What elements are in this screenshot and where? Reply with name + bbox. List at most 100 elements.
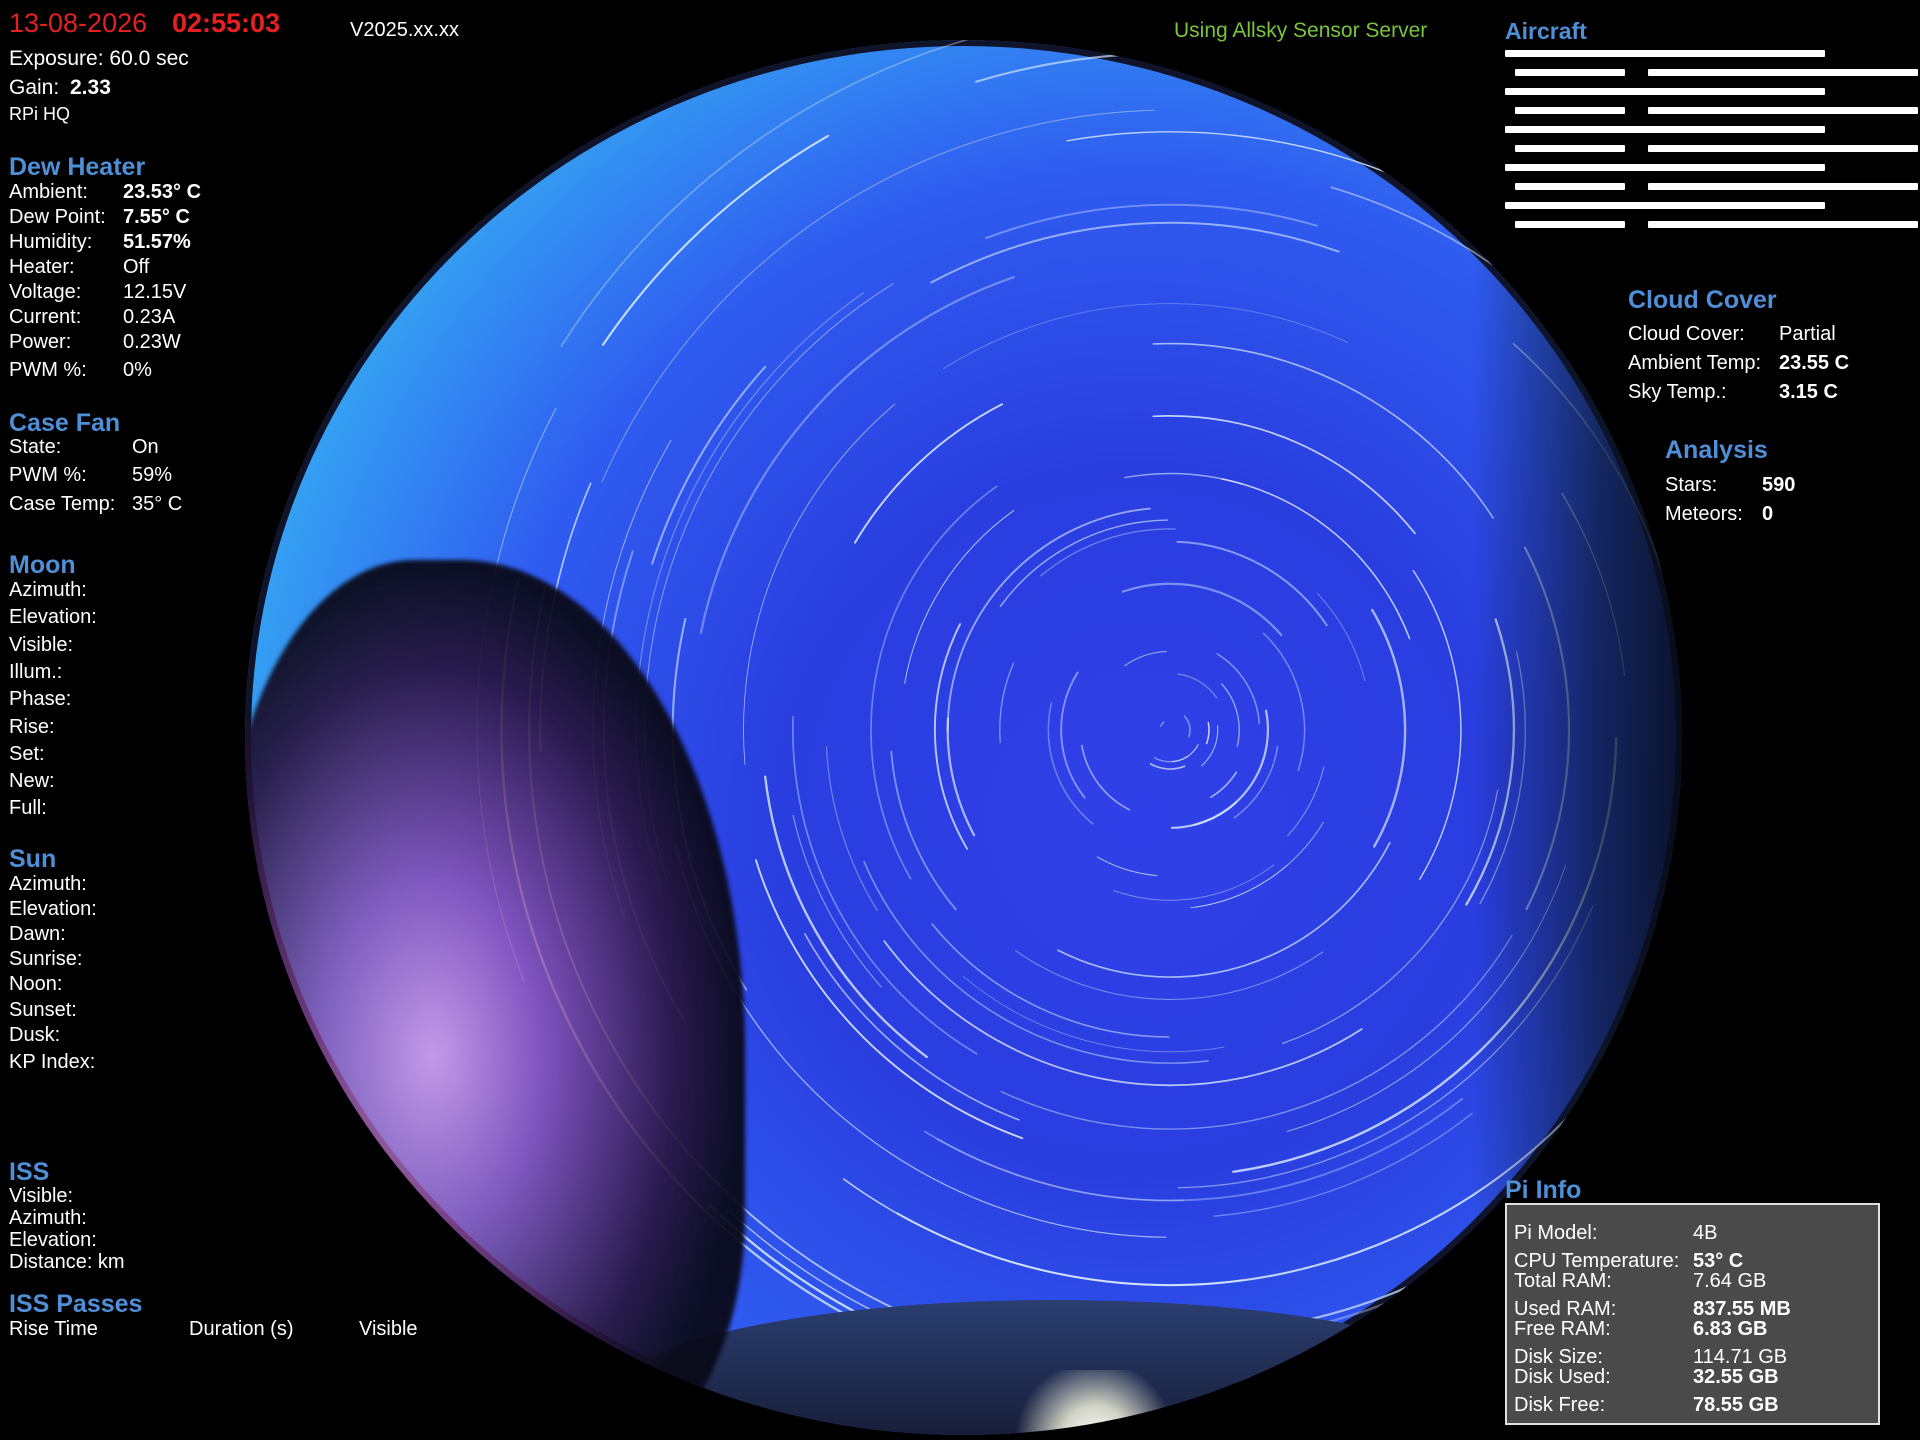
star-trail bbox=[1124, 650, 1167, 667]
dew-heater-value: 0.23A bbox=[123, 306, 176, 328]
date-text: 13-08-2026 bbox=[9, 8, 148, 38]
dew-heater-label: Heater: bbox=[9, 256, 75, 278]
cloud-cover-title: Cloud Cover bbox=[1628, 286, 1777, 314]
case-fan-label: State: bbox=[9, 436, 62, 458]
star-trail bbox=[1221, 683, 1240, 747]
pi-info-title: Pi Info bbox=[1505, 1176, 1582, 1204]
allsky-image bbox=[245, 40, 1682, 1435]
star-trail bbox=[933, 623, 969, 850]
sun-label: Sunrise: bbox=[9, 948, 83, 970]
dew-heater-label: Ambient: bbox=[9, 181, 88, 203]
analysis-title: Analysis bbox=[1665, 436, 1768, 464]
dew-heater-value: 0.23W bbox=[123, 331, 181, 353]
dew-heater-value: 7.55° C bbox=[123, 206, 190, 228]
case-fan-value: On bbox=[132, 436, 159, 458]
pi-info-label: Pi Model: bbox=[1514, 1222, 1598, 1244]
pi-info-value: 4B bbox=[1693, 1222, 1718, 1244]
star-trail bbox=[1210, 771, 1238, 798]
star-trail bbox=[1213, 1112, 1473, 1217]
moon-label: Set: bbox=[9, 742, 45, 765]
star-trail bbox=[943, 303, 1349, 370]
dew-heater-value: 12.15V bbox=[123, 281, 187, 303]
aircraft-entry-redacted bbox=[1515, 69, 1625, 76]
sun-label: Azimuth: bbox=[9, 873, 87, 895]
aircraft-entry-redacted bbox=[1648, 107, 1918, 114]
star-trail bbox=[1060, 671, 1086, 799]
pi-info-value: 78.55 GB bbox=[1693, 1394, 1779, 1416]
light-glow bbox=[1005, 1370, 1185, 1435]
aircraft-entry-redacted bbox=[1505, 126, 1825, 133]
aircraft-entry-redacted bbox=[1648, 183, 1918, 190]
iss-label: Visible: bbox=[9, 1185, 74, 1207]
camera-model: RPi HQ bbox=[9, 104, 71, 124]
star-trail bbox=[930, 221, 1340, 284]
star-trail bbox=[674, 842, 1167, 1238]
case-fan-value: 35° C bbox=[132, 493, 183, 515]
analysis-label: Meteors: bbox=[1665, 503, 1743, 525]
star-trail bbox=[842, 1178, 1245, 1286]
star-trail bbox=[1096, 856, 1158, 877]
moon-label: New: bbox=[9, 770, 55, 793]
moon-title: Moon bbox=[9, 551, 76, 579]
star-trail bbox=[804, 933, 1020, 1121]
star-trail bbox=[1371, 608, 1407, 848]
iss-passes-col-visible: Visible bbox=[359, 1318, 418, 1340]
star-trail bbox=[890, 750, 957, 911]
dew-heater-value: 0% bbox=[123, 359, 152, 381]
star-trail bbox=[1160, 721, 1165, 727]
iss-passes-title: ISS Passes bbox=[9, 1290, 143, 1318]
dew-heater-value: Off bbox=[123, 256, 150, 278]
iss-label: Elevation: bbox=[9, 1229, 97, 1251]
analysis-label: Stars: bbox=[1665, 474, 1718, 496]
star-trail bbox=[1216, 653, 1261, 725]
aircraft-entry-redacted bbox=[1648, 221, 1918, 228]
sun-label: Noon: bbox=[9, 973, 63, 995]
star-trail bbox=[1176, 540, 1328, 627]
star-trail bbox=[792, 716, 978, 1055]
star-trail bbox=[1233, 745, 1279, 819]
star-trail bbox=[1193, 709, 1269, 826]
dew-heater-label: Current: bbox=[9, 306, 82, 328]
star-trail bbox=[1047, 702, 1094, 825]
aircraft-entry-redacted bbox=[1648, 145, 1918, 152]
pi-info-label: Total RAM: bbox=[1514, 1270, 1612, 1292]
iss-label: Distance: km bbox=[9, 1251, 125, 1273]
cloud-cover-value: 23.55 C bbox=[1779, 352, 1850, 374]
star-trail bbox=[560, 40, 969, 348]
star-trail bbox=[854, 403, 1004, 544]
sun-label: KP Index: bbox=[9, 1051, 96, 1073]
moon-label: Full: bbox=[9, 797, 47, 820]
star-trail bbox=[601, 134, 830, 346]
sun-label: Elevation: bbox=[9, 898, 97, 920]
aircraft-entry-redacted bbox=[1515, 221, 1625, 228]
star-trail bbox=[1262, 632, 1306, 771]
dew-heater-value: 23.53° C bbox=[123, 181, 202, 203]
iss-passes-col-duration: Duration (s) bbox=[189, 1318, 294, 1340]
cloud-cover-label: Cloud Cover: bbox=[1628, 323, 1745, 345]
star-trail bbox=[1113, 864, 1275, 901]
case-fan-label: Case Temp: bbox=[9, 493, 116, 515]
aircraft-entry-redacted bbox=[1505, 50, 1825, 57]
star-trail bbox=[1183, 715, 1191, 738]
cloud-cover-label: Ambient Temp: bbox=[1628, 352, 1762, 374]
server-status: Using Allsky Sensor Server bbox=[1174, 19, 1428, 42]
aircraft-entry-redacted bbox=[1505, 202, 1825, 209]
dew-heater-label: Voltage: bbox=[9, 281, 82, 303]
dew-heater-title: Dew Heater bbox=[9, 153, 146, 181]
sun-label: Sunset: bbox=[9, 999, 77, 1021]
star-trail bbox=[1121, 582, 1283, 637]
aircraft-entry-redacted bbox=[1505, 164, 1825, 171]
aircraft-entry-redacted bbox=[1515, 107, 1625, 114]
star-trail bbox=[825, 746, 878, 911]
analysis-value: 0 bbox=[1762, 503, 1774, 525]
moon-label: Phase: bbox=[9, 688, 72, 711]
exposure-text: Exposure: 60.0 sec bbox=[9, 47, 189, 70]
version-text: V2025.xx.xx bbox=[350, 19, 459, 41]
star-trail bbox=[1287, 766, 1325, 837]
pi-info-value: 7.64 GB bbox=[1693, 1270, 1767, 1292]
star-trail bbox=[699, 276, 1015, 634]
dew-heater-value: 51.57% bbox=[123, 231, 191, 253]
star-trail bbox=[863, 860, 1209, 1064]
star-trail bbox=[999, 662, 1015, 744]
star-trail bbox=[601, 109, 1155, 483]
